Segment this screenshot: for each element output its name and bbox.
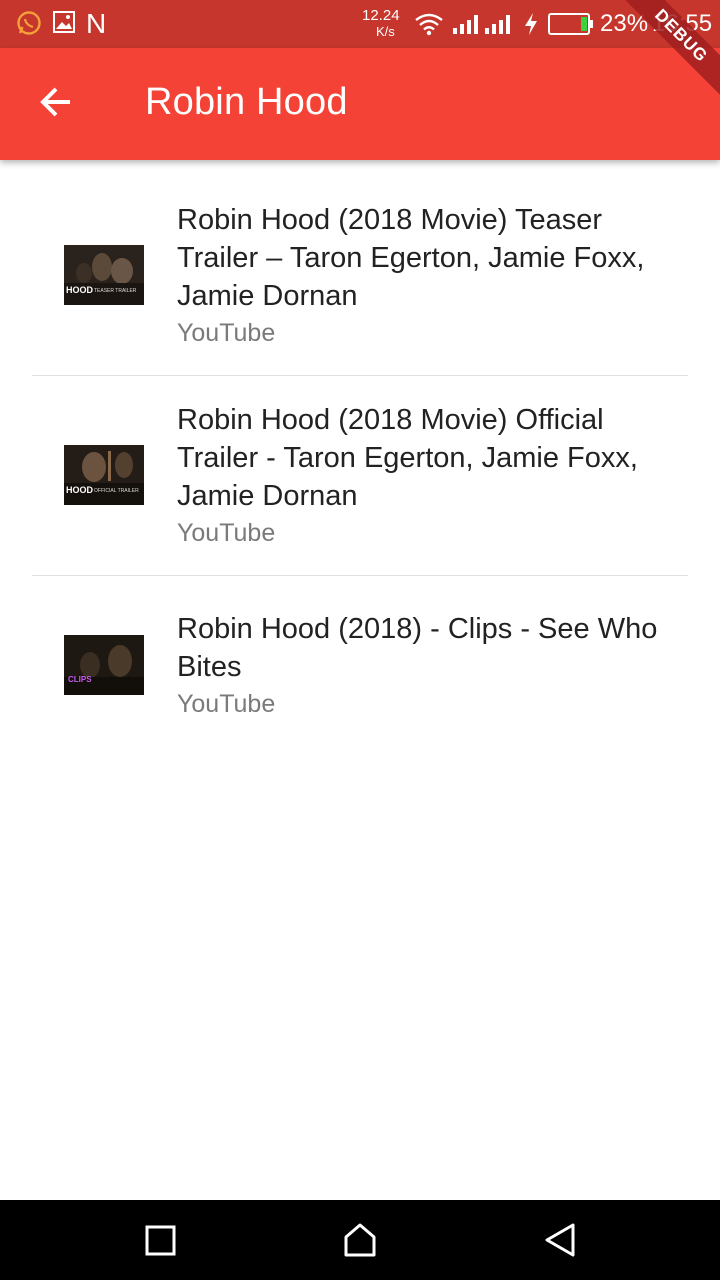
thumbnail-caption: HOOD (66, 485, 93, 495)
wifi-icon (414, 12, 444, 41)
video-source: YouTube (177, 319, 276, 347)
video-thumbnail: CLIPS (64, 635, 144, 695)
thumbnail-caption: HOOD (66, 285, 93, 295)
navigation-bar (0, 1200, 720, 1280)
video-thumbnail: HOOD OFFICIAL TRAILER (64, 445, 144, 505)
arrow-back-icon (38, 84, 74, 125)
home-icon (340, 1223, 380, 1264)
image-icon (52, 10, 76, 39)
app-bar: Robin Hood (0, 48, 720, 160)
status-bar: N 12.24 K/s 23% 16:55 (0, 0, 720, 48)
thumbnail-subcaption: OFFICIAL TRAILER (94, 488, 139, 494)
thumbnail-caption: CLIPS (68, 675, 92, 684)
square-icon (140, 1225, 180, 1264)
clock: 16:55 (652, 10, 713, 37)
page-title: Robin Hood (145, 81, 348, 123)
triangle-back-icon (540, 1223, 580, 1264)
home-button[interactable] (340, 1220, 380, 1260)
list-item[interactable]: HOOD OFFICIAL TRAILER Robin Hood (2018 M… (0, 376, 720, 575)
recents-button[interactable] (140, 1220, 180, 1260)
video-source: YouTube (177, 519, 276, 547)
list-item[interactable]: CLIPS Robin Hood (2018) - Clips - See Wh… (0, 576, 720, 746)
n-icon: N (86, 8, 107, 39)
thumbnail-subcaption: TEASER TRAILER (94, 288, 137, 294)
net-speed: 12.24 (362, 7, 400, 24)
video-thumbnail: HOOD TEASER TRAILER (64, 245, 144, 305)
video-title: Robin Hood (2018 Movie) Teaser Trailer –… (177, 204, 645, 312)
charging-icon (522, 12, 540, 41)
battery-percent: 23% (600, 10, 649, 37)
signal-icon-2 (484, 14, 512, 41)
list-item[interactable]: HOOD TEASER TRAILER Robin Hood (2018 Mov… (0, 160, 720, 375)
back-nav-button[interactable] (540, 1220, 580, 1260)
video-title: Robin Hood (2018 Movie) Official Trailer… (177, 404, 638, 512)
signal-icon (452, 14, 480, 41)
video-title: Robin Hood (2018) - Clips - See Who Bite… (177, 613, 658, 683)
net-speed-unit: K/s (376, 24, 395, 39)
back-button[interactable] (22, 80, 90, 128)
video-list: HOOD TEASER TRAILER Robin Hood (2018 Mov… (0, 160, 720, 746)
whatsapp-icon (16, 10, 42, 41)
video-source: YouTube (177, 690, 276, 718)
battery-icon (548, 12, 594, 41)
